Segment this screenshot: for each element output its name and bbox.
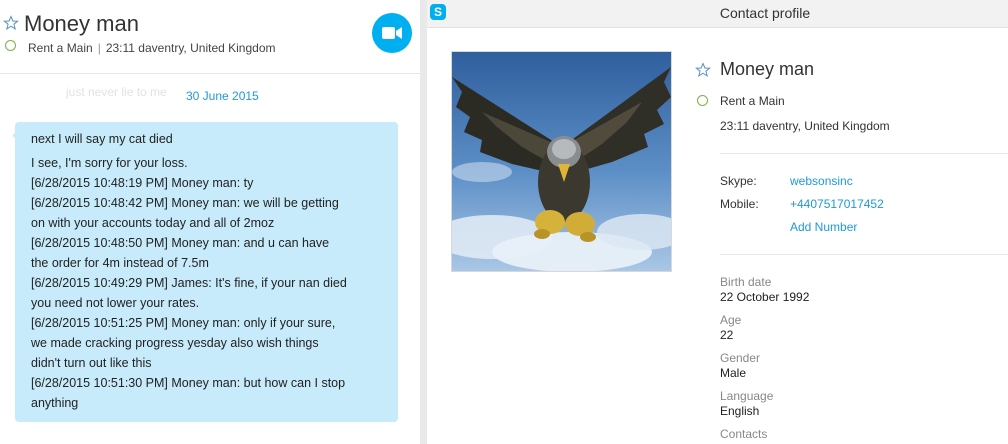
message-line: you need not lower your rates. [31, 296, 200, 310]
eagle-avatar-image [452, 52, 671, 271]
add-number-link[interactable]: Add Number [790, 220, 857, 234]
contact-avatar[interactable] [451, 51, 672, 272]
language-value: English [720, 404, 760, 418]
message-line: next I will say my cat died [31, 132, 173, 146]
contacts-label: Contacts [720, 427, 768, 441]
status-icon [5, 40, 16, 51]
contact-name: Money man [24, 11, 139, 36]
mood-text: Rent a Main [28, 41, 93, 55]
message-line: didn't turn out like this [31, 356, 152, 370]
video-camera-icon [382, 27, 402, 39]
profile-mood: Rent a Main [720, 94, 785, 108]
header-divider [0, 73, 420, 74]
gender-value: Male [720, 366, 747, 380]
message-line: we made cracking progress yesday also wi… [31, 336, 319, 350]
message-line: I see, I'm sorry for your loss. [31, 156, 188, 170]
favorite-star-icon[interactable] [3, 15, 19, 31]
age-label: Age [720, 313, 742, 327]
favorite-star-icon[interactable] [695, 62, 711, 78]
video-call-button[interactable] [372, 13, 412, 53]
section-divider [720, 254, 1008, 255]
faded-previous-message: just never lie to me [66, 85, 167, 99]
contact-subtitle: Rent a Main | 23:11 daventry, United Kingd… [28, 41, 276, 55]
profile-local-time-location: 23:11 daventry, United Kingdom [720, 119, 890, 133]
language-label: Language [720, 389, 774, 403]
message-line: [6/28/2015 10:48:42 PM] Money man: we wi… [31, 196, 339, 210]
mobile-label: Mobile: [720, 197, 759, 211]
message-line: [6/28/2015 10:49:29 PM] James: It's fine… [31, 276, 347, 290]
birth-date-value: 22 October 1992 [720, 290, 810, 304]
message-line: [6/28/2015 10:51:25 PM] Money man: only … [31, 316, 336, 330]
birth-date-label: Birth date [720, 275, 772, 289]
message-line: [6/28/2015 10:51:30 PM] Money man: but h… [31, 376, 346, 390]
section-divider [720, 153, 1008, 154]
status-icon [697, 95, 708, 106]
pane-splitter[interactable] [420, 0, 427, 444]
age-value: 22 [720, 328, 734, 342]
date-separator: 30 June 2015 [186, 89, 259, 103]
contact-profile-window: S Contact profile Money man Rent a Main … [427, 0, 1008, 444]
window-titlebar[interactable]: S Contact profile [427, 0, 1008, 28]
mobile-number-link[interactable]: +4407517017452 [790, 197, 884, 211]
chat-pane: Money man Rent a Main | 23:11 daventry, Un… [0, 0, 420, 444]
skype-label: Skype: [720, 174, 757, 188]
local-time-location: 23:11 daventry, United Kingdom [105, 41, 276, 55]
profile-name: Money man [720, 59, 815, 79]
window-title: Contact profile [719, 5, 811, 21]
gender-label: Gender [720, 351, 761, 365]
message-line: anything [31, 396, 79, 410]
skype-name-link[interactable]: websonsinc [790, 174, 853, 188]
separator: | [97, 41, 101, 55]
message-line: on with your accounts today and all of 2… [31, 216, 275, 230]
message-line: the order for 4m instead of 7.5m [31, 256, 209, 270]
message-line: [6/28/2015 10:48:50 PM] Money man: and u… [31, 236, 330, 250]
message-line: [6/28/2015 10:48:19 PM] Money man: ty [31, 176, 254, 190]
